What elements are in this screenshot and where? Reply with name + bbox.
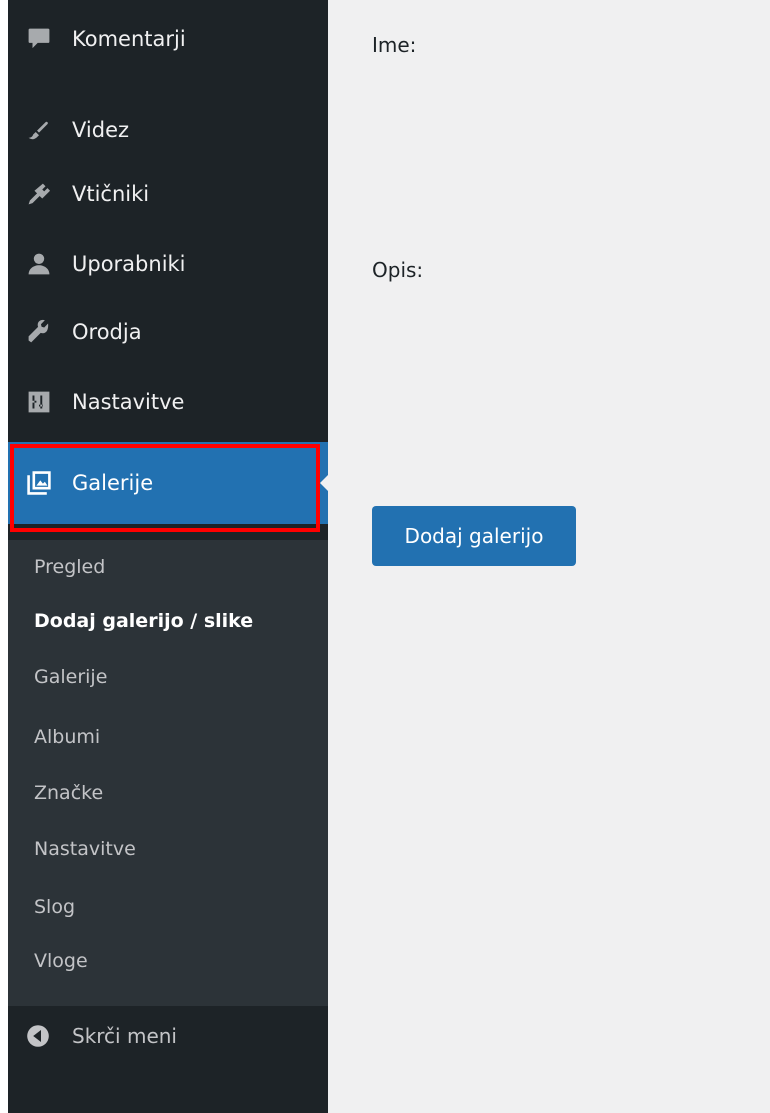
main-content: Ime: Opis: Dodaj galerijo (328, 0, 770, 1113)
gallery-icon (26, 470, 52, 496)
wrench-icon (26, 319, 52, 345)
submenu-item-pregled[interactable]: Pregled (34, 556, 105, 578)
menu-item-label: Videz (72, 118, 130, 142)
menu-item-label: Komentarji (72, 27, 186, 51)
collapse-menu-button[interactable]: Skrči meni (8, 1006, 328, 1066)
menu-item-nastavitve[interactable]: Nastavitve (8, 372, 328, 432)
submenu-item-nastavitve[interactable]: Nastavitve (34, 838, 136, 860)
submenu-item-vloge[interactable]: Vloge (34, 950, 88, 972)
submenu-item-znacke[interactable]: Značke (34, 782, 103, 804)
menu-item-uporabniki[interactable]: Uporabniki (8, 234, 328, 294)
collapse-menu-label: Skrči meni (72, 1024, 177, 1048)
collapse-arrow-icon (26, 1024, 50, 1048)
submenu-item-dodaj-galerijo[interactable]: Dodaj galerijo / slike (34, 610, 253, 632)
menu-item-label: Nastavitve (72, 390, 185, 414)
menu-item-label: Uporabniki (72, 252, 186, 276)
menu-item-vticniki[interactable]: Vtičniki (8, 164, 328, 224)
user-icon (26, 251, 52, 277)
admin-frame: Komentarji Videz Vtičniki Uporabniki Oro (8, 0, 770, 1113)
submenu-item-slog[interactable]: Slog (34, 896, 75, 918)
add-gallery-button[interactable]: Dodaj galerijo (372, 506, 576, 566)
submenu-item-galerije[interactable]: Galerije (34, 666, 107, 688)
sliders-icon (26, 389, 52, 415)
menu-item-label: Galerije (72, 471, 154, 495)
current-menu-arrow (320, 475, 328, 491)
submenu-item-albumi[interactable]: Albumi (34, 726, 100, 748)
menu-item-orodja[interactable]: Orodja (8, 302, 328, 362)
menu-item-komentarji[interactable]: Komentarji (8, 9, 328, 69)
plugin-icon (26, 181, 52, 207)
name-label: Ime: (372, 33, 417, 57)
menu-item-label: Vtičniki (72, 182, 150, 206)
menu-item-label: Orodja (72, 320, 142, 344)
menu-item-videz[interactable]: Videz (8, 100, 328, 160)
admin-sidebar: Komentarji Videz Vtičniki Uporabniki Oro (8, 0, 328, 1113)
menu-item-galerije[interactable]: Galerije (8, 442, 328, 524)
galerije-submenu: Pregled Dodaj galerijo / slike Galerije … (8, 540, 328, 1006)
comment-icon (26, 26, 52, 52)
paint-brush-icon (26, 117, 52, 143)
description-label: Opis: (372, 258, 424, 282)
